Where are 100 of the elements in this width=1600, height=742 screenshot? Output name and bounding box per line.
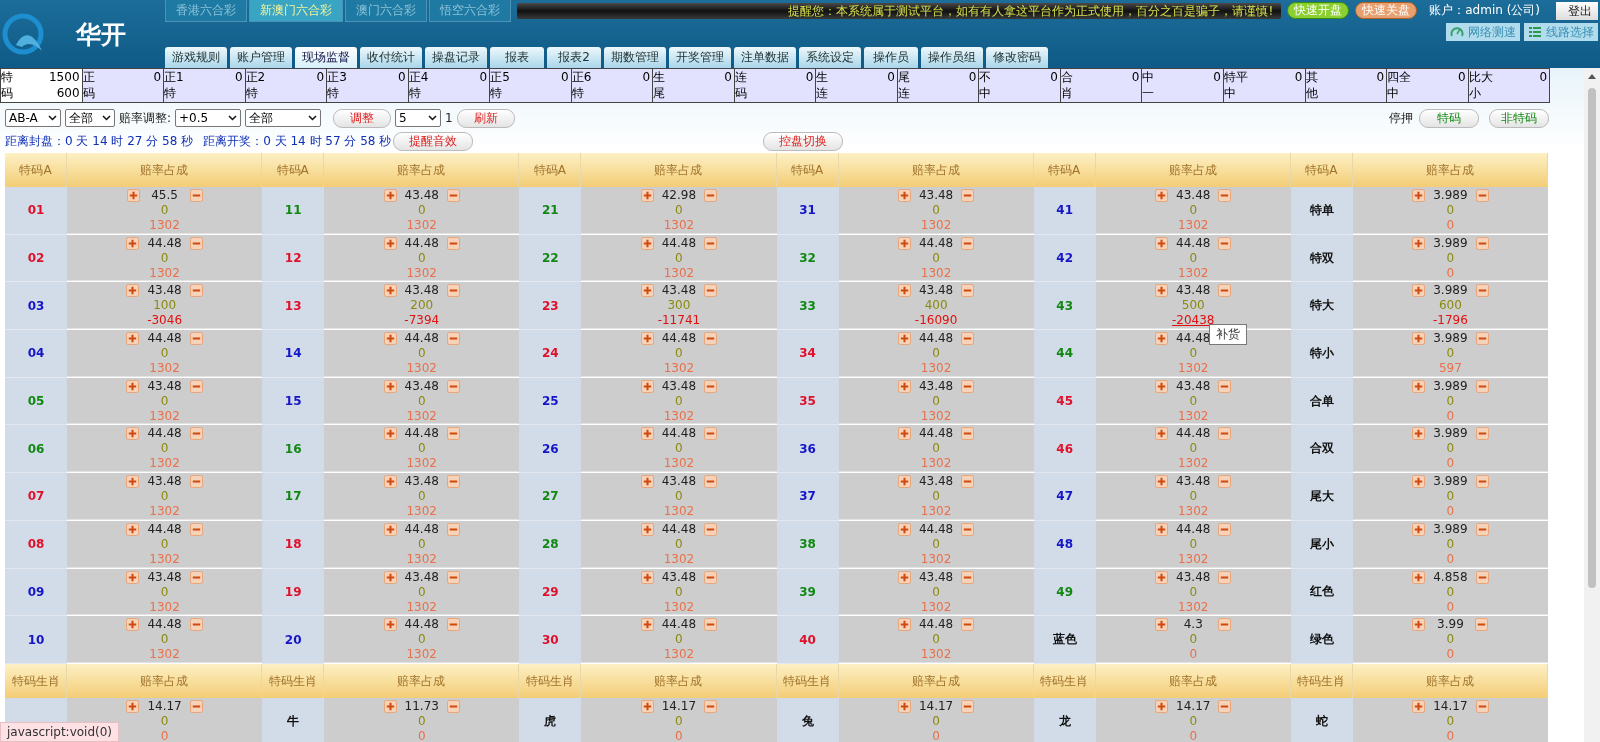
minus-icon[interactable] [704, 379, 718, 393]
plus-icon[interactable] [897, 379, 911, 393]
plus-icon[interactable] [1412, 427, 1426, 441]
minus-icon[interactable] [704, 332, 718, 346]
plus-icon[interactable] [640, 236, 654, 250]
summary-cell[interactable]: 中 一 0 [1142, 69, 1224, 102]
plus-icon[interactable] [383, 618, 397, 632]
plus-icon[interactable] [640, 332, 654, 346]
nav-tab[interactable]: 开奖管理 [669, 47, 731, 68]
summary-cell[interactable]: 四全 中 0 [1387, 69, 1469, 102]
summary-cell[interactable]: 生 尾 0 [653, 69, 735, 102]
minus-icon[interactable] [961, 189, 975, 202]
sound-button[interactable]: 提醒音效 [393, 131, 474, 151]
minus-icon[interactable] [961, 332, 975, 346]
minus-icon[interactable] [1218, 236, 1232, 250]
plus-icon[interactable] [383, 427, 397, 441]
plus-icon[interactable] [1412, 236, 1426, 250]
plus-icon[interactable] [1155, 699, 1169, 713]
refresh-button[interactable]: 刷新 [456, 108, 515, 128]
minus-icon[interactable] [446, 332, 460, 346]
nav-tab[interactable]: 报表2 [547, 47, 601, 68]
minus-icon[interactable] [446, 475, 460, 489]
summary-cell[interactable]: 正3 特 0 [327, 69, 409, 102]
plus-icon[interactable] [897, 284, 911, 298]
minus-icon[interactable] [446, 522, 460, 536]
plus-icon[interactable] [1412, 618, 1426, 632]
minus-icon[interactable] [1218, 284, 1232, 298]
minus-icon[interactable] [704, 284, 718, 298]
nav-tab[interactable]: 游戏规则 [165, 47, 227, 68]
minus-icon[interactable] [189, 189, 203, 202]
dropdown[interactable]: +0.5 [175, 109, 242, 127]
nav-tab[interactable]: 操作员 [864, 47, 918, 68]
nav-tab[interactable]: 报表 [490, 47, 544, 68]
plus-icon[interactable] [897, 475, 911, 489]
minus-icon[interactable] [704, 699, 718, 713]
minus-icon[interactable] [1475, 618, 1489, 632]
minus-icon[interactable] [1475, 379, 1489, 393]
minus-icon[interactable] [189, 379, 203, 393]
minus-icon[interactable] [961, 570, 975, 584]
summary-cell[interactable]: 不 中 0 [979, 69, 1061, 102]
minus-icon[interactable] [961, 522, 975, 536]
minus-icon[interactable] [189, 522, 203, 536]
plus-icon[interactable] [383, 236, 397, 250]
plus-icon[interactable] [383, 332, 397, 346]
minus-icon[interactable] [1218, 189, 1232, 202]
nav-tab[interactable]: 操作员组 [921, 47, 983, 68]
minus-icon[interactable] [961, 699, 975, 713]
plus-icon[interactable] [126, 332, 140, 346]
summary-cell[interactable]: 正1 特 0 [164, 69, 246, 102]
summary-cell[interactable]: 正6 特 0 [571, 69, 654, 102]
plus-icon[interactable] [383, 475, 397, 489]
plus-icon[interactable] [126, 284, 140, 298]
plus-icon[interactable] [897, 189, 911, 202]
plus-icon[interactable] [126, 699, 140, 713]
minus-icon[interactable] [1475, 189, 1489, 202]
minus-icon[interactable] [1218, 570, 1232, 584]
plus-icon[interactable] [1412, 332, 1426, 346]
plus-icon[interactable] [126, 475, 140, 489]
dropdown[interactable]: AB-A [5, 109, 61, 127]
minus-icon[interactable] [189, 699, 203, 713]
plus-icon[interactable] [640, 475, 654, 489]
plus-icon[interactable] [1155, 189, 1169, 202]
summary-cell[interactable]: 连 码 0 [734, 69, 817, 102]
plus-icon[interactable] [1155, 332, 1169, 346]
summary-cell[interactable]: 正 码 0 [82, 69, 165, 102]
plus-icon[interactable] [383, 699, 397, 713]
minus-icon[interactable] [446, 699, 460, 713]
plus-icon[interactable] [126, 570, 140, 584]
minus-icon[interactable] [961, 284, 975, 298]
stop-button[interactable]: 非特码 [1489, 108, 1549, 128]
minus-icon[interactable] [961, 427, 975, 441]
minus-icon[interactable] [446, 570, 460, 584]
plus-icon[interactable] [383, 570, 397, 584]
plus-icon[interactable] [1412, 570, 1426, 584]
scrollbar[interactable] [1584, 68, 1600, 742]
summary-cell[interactable]: 尾 连 0 [897, 69, 980, 102]
minus-icon[interactable] [961, 475, 975, 489]
plus-icon[interactable] [897, 522, 911, 536]
plus-icon[interactable] [126, 236, 140, 250]
plus-icon[interactable] [640, 570, 654, 584]
plus-icon[interactable] [640, 699, 654, 713]
minus-icon[interactable] [446, 236, 460, 250]
scroll-up-icon[interactable] [1587, 72, 1597, 80]
plus-icon[interactable] [640, 427, 654, 441]
minus-icon[interactable] [961, 618, 975, 632]
nav-tab[interactable]: 修改密码 [986, 47, 1048, 68]
minus-icon[interactable] [704, 522, 718, 536]
plus-icon[interactable] [126, 189, 140, 202]
minus-icon[interactable] [189, 236, 203, 250]
nav-tab[interactable]: 系统设定 [799, 47, 861, 68]
minus-icon[interactable] [189, 475, 203, 489]
minus-icon[interactable] [704, 618, 718, 632]
plus-icon[interactable] [640, 379, 654, 393]
plus-icon[interactable] [1412, 475, 1426, 489]
plus-icon[interactable] [126, 427, 140, 441]
plus-icon[interactable] [383, 522, 397, 536]
minus-icon[interactable] [189, 618, 203, 632]
dropdown[interactable]: 全部 [245, 109, 322, 127]
minus-icon[interactable] [704, 236, 718, 250]
minus-icon[interactable] [446, 379, 460, 393]
